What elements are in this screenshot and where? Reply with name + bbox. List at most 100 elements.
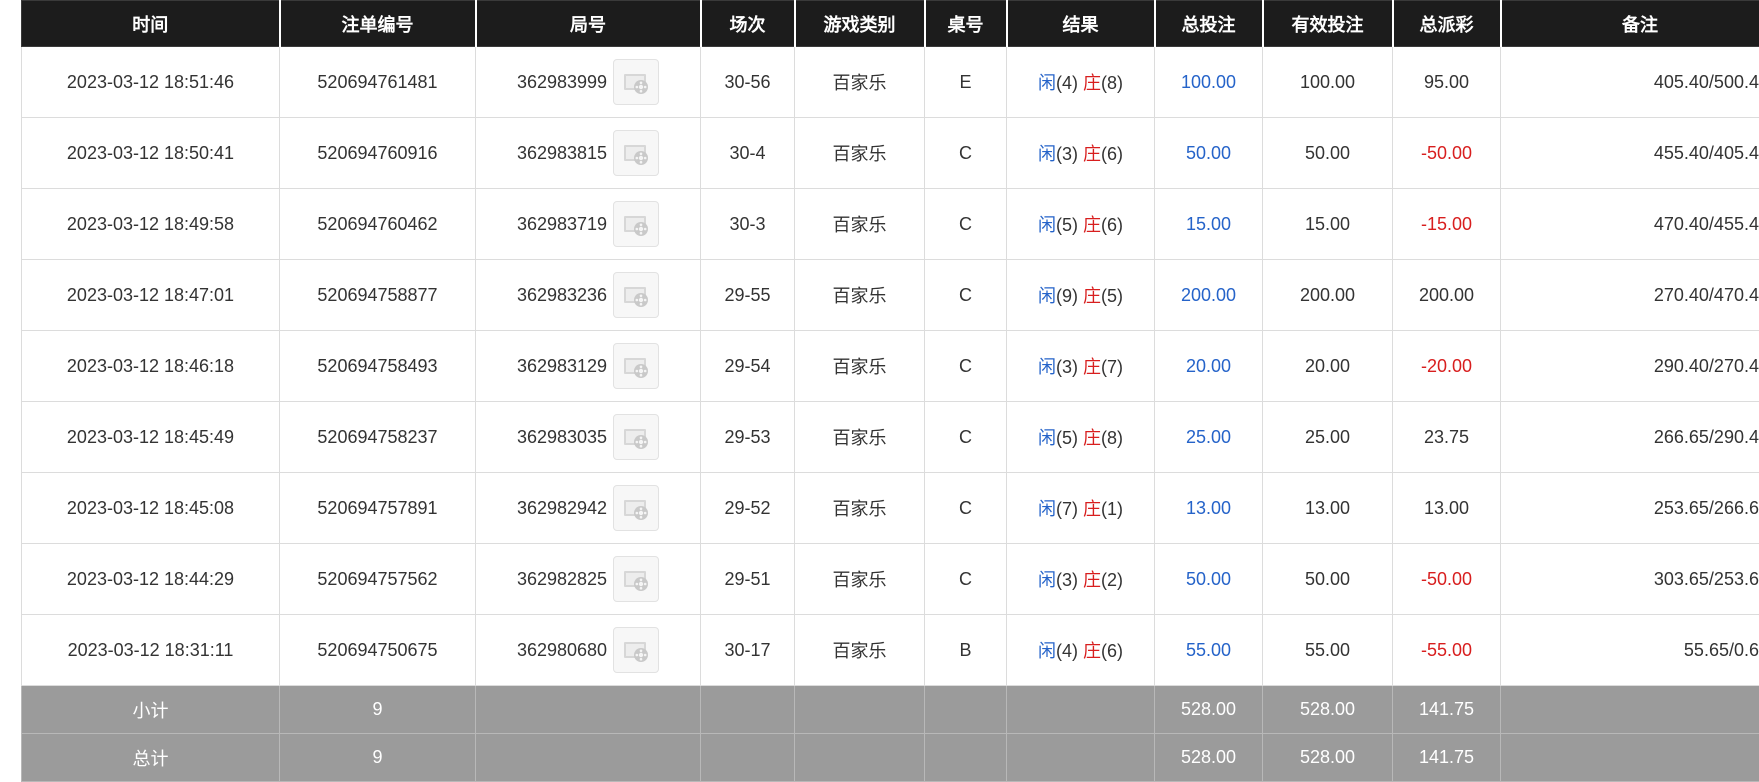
table-number: C	[925, 473, 1007, 544]
round-id: 362983035	[517, 427, 607, 448]
valid-bet: 15.00	[1263, 189, 1393, 260]
table-number: C	[925, 402, 1007, 473]
balance-note: 253.65/266.65	[1501, 473, 1759, 544]
player-label: 闲	[1038, 215, 1056, 235]
payout: -55.00	[1393, 615, 1501, 686]
video-replay-icon[interactable]	[613, 343, 659, 389]
player-score: (9)	[1056, 286, 1078, 306]
balance-note: 303.65/253.65	[1501, 544, 1759, 615]
game-type: 百家乐	[795, 118, 925, 189]
shoe-number: 29-54	[701, 331, 795, 402]
shoe-number: 29-55	[701, 260, 795, 331]
total-bet: 100.00	[1155, 47, 1263, 118]
round-id-cell: 362980680	[476, 615, 701, 686]
grand-total-payout: 141.75	[1393, 734, 1501, 782]
round-id: 362980680	[517, 640, 607, 661]
result: 闲(5) 庄(6)	[1007, 189, 1155, 260]
header-table: 桌号	[925, 1, 1007, 47]
subtotal-count: 9	[280, 686, 476, 734]
table-row: 2023-03-12 18:46:18520694758493362983129…	[22, 331, 1759, 402]
shoe-number: 30-17	[701, 615, 795, 686]
bet-time: 2023-03-12 18:51:46	[22, 47, 280, 118]
table-row: 2023-03-12 18:45:08520694757891362982942…	[22, 473, 1759, 544]
video-replay-icon[interactable]	[613, 201, 659, 247]
video-replay-icon[interactable]	[613, 485, 659, 531]
result: 闲(4) 庄(8)	[1007, 47, 1155, 118]
table-row: 2023-03-12 18:44:29520694757562362982825…	[22, 544, 1759, 615]
banker-label: 庄	[1083, 215, 1101, 235]
payout: -15.00	[1393, 189, 1501, 260]
bet-time: 2023-03-12 18:31:11	[22, 615, 280, 686]
player-label: 闲	[1038, 570, 1056, 590]
video-replay-icon[interactable]	[613, 556, 659, 602]
bet-time: 2023-03-12 18:47:01	[22, 260, 280, 331]
banker-score: (8)	[1101, 428, 1123, 448]
banker-score: (6)	[1101, 215, 1123, 235]
banker-label: 庄	[1083, 286, 1101, 306]
player-score: (3)	[1056, 144, 1078, 164]
game-type: 百家乐	[795, 47, 925, 118]
header-row: 时间 注单编号 局号 场次 游戏类别 桌号 结果 总投注 有效投注 总派彩 备注	[22, 1, 1759, 47]
game-type: 百家乐	[795, 615, 925, 686]
player-score: (3)	[1056, 357, 1078, 377]
valid-bet: 200.00	[1263, 260, 1393, 331]
table-number: C	[925, 331, 1007, 402]
round-id-cell: 362983129	[476, 331, 701, 402]
player-label: 闲	[1038, 73, 1056, 93]
valid-bet: 100.00	[1263, 47, 1393, 118]
bet-id: 520694758877	[280, 260, 476, 331]
player-label: 闲	[1038, 428, 1056, 448]
bet-id: 520694757891	[280, 473, 476, 544]
video-replay-icon[interactable]	[613, 627, 659, 673]
grand-total-valid-bet: 528.00	[1263, 734, 1393, 782]
banker-label: 庄	[1083, 428, 1101, 448]
header-payout: 总派彩	[1393, 1, 1501, 47]
bet-time: 2023-03-12 18:46:18	[22, 331, 280, 402]
payout: -50.00	[1393, 544, 1501, 615]
table-row: 2023-03-12 18:47:01520694758877 362983236…	[22, 260, 1759, 331]
bet-time: 2023-03-12 18:44:29	[22, 544, 280, 615]
payout: -50.00	[1393, 118, 1501, 189]
player-label: 闲	[1038, 144, 1056, 164]
subtotal-payout: 141.75	[1393, 686, 1501, 734]
player-label: 闲	[1038, 357, 1056, 377]
result: 闲(3) 庄(2)	[1007, 544, 1155, 615]
subtotal-valid-bet: 528.00	[1263, 686, 1393, 734]
header-round-id: 局号	[476, 1, 701, 47]
video-replay-icon[interactable]	[613, 272, 659, 318]
shoe-number: 30-56	[701, 47, 795, 118]
result: 闲(4) 庄(6)	[1007, 615, 1155, 686]
banker-label: 庄	[1083, 73, 1101, 93]
result: 闲(3) 庄(7)	[1007, 331, 1155, 402]
video-replay-icon[interactable]	[613, 414, 659, 460]
round-id: 362983815	[517, 143, 607, 164]
payout: 23.75	[1393, 402, 1501, 473]
total-bet: 50.00	[1155, 544, 1263, 615]
valid-bet: 50.00	[1263, 544, 1393, 615]
table-row: 2023-03-12 18:49:58520694760462362983719…	[22, 189, 1759, 260]
bet-history-panel: 时间 注单编号 局号 场次 游戏类别 桌号 结果 总投注 有效投注 总派彩 备注…	[21, 0, 1759, 782]
game-type: 百家乐	[795, 402, 925, 473]
video-replay-icon[interactable]	[613, 59, 659, 105]
game-type: 百家乐	[795, 544, 925, 615]
grand-total-label: 总计	[22, 734, 280, 782]
total-bet: 20.00	[1155, 331, 1263, 402]
round-id-cell: 362983719	[476, 189, 701, 260]
bet-id: 520694750675	[280, 615, 476, 686]
table-number: C	[925, 544, 1007, 615]
header-bet-id: 注单编号	[280, 1, 476, 47]
banker-label: 庄	[1083, 499, 1101, 519]
round-id: 362983236	[517, 285, 607, 306]
banker-score: (2)	[1101, 570, 1123, 590]
table-row: 2023-03-12 18:45:49520694758237362983035…	[22, 402, 1759, 473]
round-id-cell: 362983815	[476, 118, 701, 189]
header-shoe: 场次	[701, 1, 795, 47]
round-id-cell: 362983999	[476, 47, 701, 118]
balance-note: 266.65/290.40	[1501, 402, 1759, 473]
player-label: 闲	[1038, 286, 1056, 306]
player-score: (4)	[1056, 641, 1078, 661]
shoe-number: 29-53	[701, 402, 795, 473]
round-id: 362983719	[517, 214, 607, 235]
video-replay-icon[interactable]	[613, 130, 659, 176]
player-score: (4)	[1056, 73, 1078, 93]
